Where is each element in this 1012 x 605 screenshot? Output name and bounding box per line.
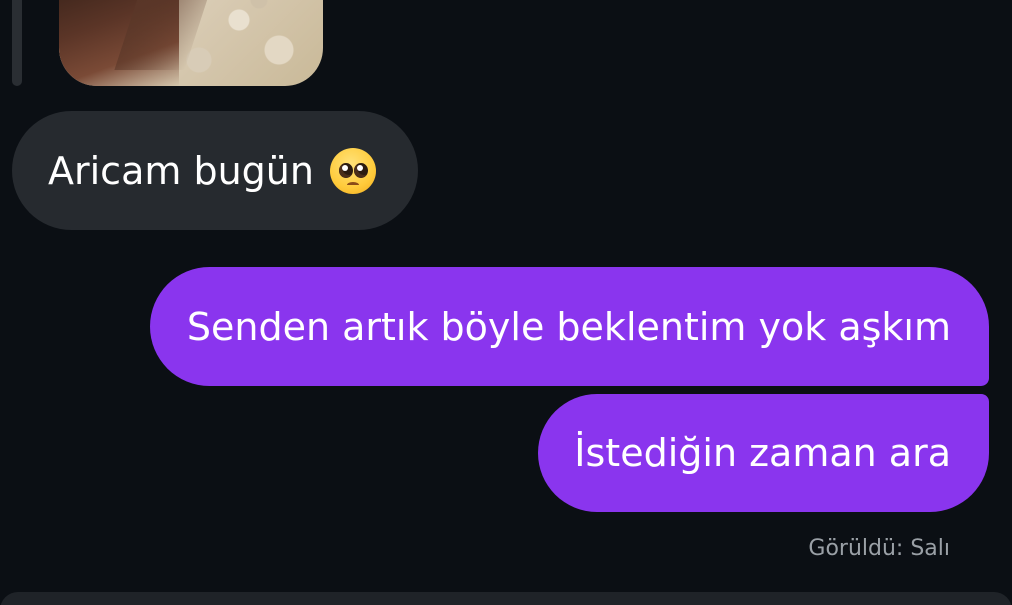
- seen-status: Görüldü: Salı: [808, 536, 950, 561]
- chat-screen: Aricam bugün Senden artık böyle beklenti…: [0, 0, 1012, 605]
- emoji-mouth: [346, 181, 359, 188]
- reply-thread-bar: [12, 0, 22, 86]
- outgoing-message-bubble[interactable]: İstediğin zaman ara: [538, 394, 989, 512]
- outgoing-message-text: İstediğin zaman ara: [574, 431, 951, 475]
- incoming-message-bubble[interactable]: Aricam bugün: [12, 111, 418, 230]
- incoming-message-text: Aricam bugün: [48, 148, 314, 193]
- outgoing-message-text: Senden artık böyle beklentim yok aşkım: [186, 304, 951, 349]
- emoji-left-eye: [338, 162, 353, 178]
- message-composer[interactable]: [0, 592, 1012, 605]
- pleading-face-icon: [329, 147, 376, 194]
- emoji-right-eye: [353, 162, 368, 178]
- outgoing-message-bubble[interactable]: Senden artık böyle beklentim yok aşkım: [149, 267, 989, 386]
- shared-photo[interactable]: [59, 0, 323, 86]
